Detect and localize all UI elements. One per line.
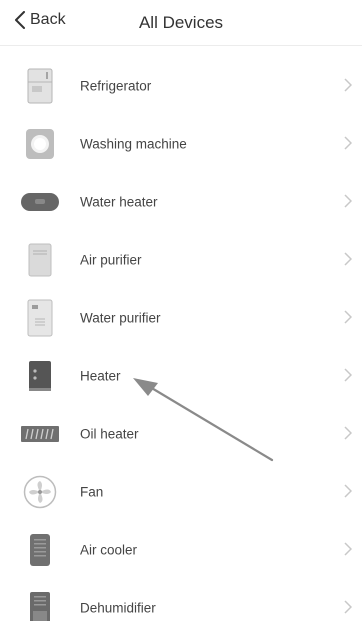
nav-header: Back All Devices (0, 0, 362, 46)
washing-machine-icon (20, 126, 60, 162)
device-label: Heater (80, 368, 121, 384)
water-heater-icon (20, 184, 60, 220)
list-item-air-purifier[interactable]: Air purifier (0, 231, 362, 289)
list-item-washing-machine[interactable]: Washing machine (0, 115, 362, 173)
chevron-right-icon (344, 78, 352, 92)
list-item-oil-heater[interactable]: Oil heater (0, 405, 362, 463)
chevron-right-icon (344, 310, 352, 324)
device-list: Refrigerator Washing machine Water heate… (0, 57, 362, 621)
chevron-right-icon (344, 600, 352, 614)
chevron-right-icon (344, 426, 352, 440)
list-item-dehumidifier[interactable]: Dehumidifier (0, 579, 362, 621)
device-label: Water purifier (80, 310, 161, 326)
chevron-left-icon (15, 11, 25, 29)
list-item-fan[interactable]: Fan (0, 463, 362, 521)
device-label: Air cooler (80, 542, 138, 558)
device-label: Dehumidifier (80, 600, 156, 616)
air-purifier-icon (20, 242, 60, 278)
device-label: Fan (80, 484, 104, 500)
chevron-right-icon (344, 136, 352, 150)
heater-icon (20, 358, 60, 394)
device-label: Water heater (80, 194, 158, 210)
all-devices-screen: Back All Devices Refrigerator Washing ma… (0, 0, 362, 621)
device-label: Refrigerator (80, 78, 152, 94)
chevron-right-icon (344, 194, 352, 208)
device-label: Washing machine (80, 136, 187, 152)
chevron-right-icon (344, 368, 352, 382)
page-title: All Devices (138, 12, 224, 32)
list-item-refrigerator[interactable]: Refrigerator (0, 57, 362, 115)
list-item-water-heater[interactable]: Water heater (0, 173, 362, 231)
oil-heater-icon (20, 416, 60, 452)
air-cooler-icon (20, 532, 60, 568)
chevron-right-icon (344, 542, 352, 556)
chevron-right-icon (344, 484, 352, 498)
list-item-heater[interactable]: Heater (0, 347, 362, 405)
dehumidifier-icon (20, 590, 60, 621)
device-label: Air purifier (80, 252, 142, 268)
list-item-water-purifier[interactable]: Water purifier (0, 289, 362, 347)
device-label: Oil heater (80, 426, 139, 442)
refrigerator-icon (20, 68, 60, 104)
fan-icon (20, 474, 60, 510)
back-label: Back (30, 11, 66, 28)
list-item-air-cooler[interactable]: Air cooler (0, 521, 362, 579)
chevron-right-icon (344, 252, 352, 266)
back-button[interactable]: Back (14, 11, 66, 29)
water-purifier-icon (20, 299, 60, 337)
